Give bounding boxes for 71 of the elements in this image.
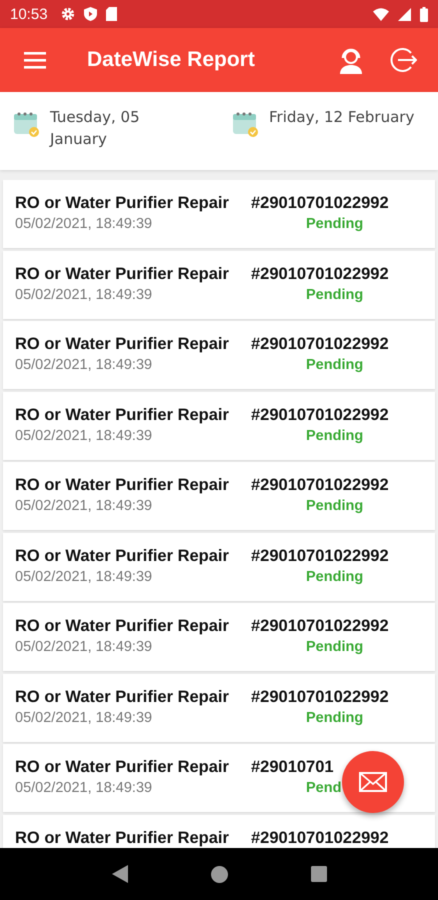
- menu-icon: [24, 52, 46, 68]
- sd-card-icon: [106, 7, 117, 21]
- home-button[interactable]: [210, 866, 228, 882]
- service-name: RO or Water Purifier Repair: [15, 616, 229, 637]
- order-number: #29010701022992: [251, 193, 389, 214]
- order-card[interactable]: RO or Water Purifier Repair 05/02/2021, 18:49:39 #29010701022992 Pending: [3, 180, 435, 248]
- order-number: #29010701022992: [251, 546, 389, 566]
- calendar-icon: [231, 110, 259, 138]
- order-status: Pending: [306, 215, 364, 234]
- back-button[interactable]: [112, 865, 128, 883]
- order-card[interactable]: RO or Water Purifier Repair 05/02/2021, 18:49:39 #29010701022992 Pending: [3, 321, 435, 389]
- order-date: 05/02/2021, 18:49:39: [15, 497, 154, 516]
- order-number: #29010701: [251, 757, 334, 778]
- order-date: 05/02/2021, 18:49:39: [15, 638, 154, 657]
- order-number: #29010701022992: [251, 404, 389, 426]
- settings-icon: [60, 7, 75, 21]
- logout-button[interactable]: [388, 45, 418, 75]
- recents-icon: [310, 866, 326, 882]
- service-name: RO or Water Purifier Repair: [15, 404, 229, 426]
- calendar-icon: [12, 110, 40, 138]
- order-card[interactable]: RO or Water Purifier Repair 05/02/2021, 18:49:39 #29010701022992 Pending: [3, 603, 435, 671]
- headset-person-icon: [338, 46, 364, 74]
- recents-button[interactable]: [310, 866, 326, 882]
- service-name: RO or Water Purifier Repair: [15, 193, 229, 214]
- order-card[interactable]: RO or Water Purifier Repair 05/02/2021, 18:49:39 #29010701022992 Pending: [3, 462, 435, 530]
- date-picker[interactable]: Tuesday, 05 January: [12, 106, 207, 170]
- order-date: 05/02/2021, 18:49:39: [15, 708, 154, 728]
- screen-title: DateWise Report: [87, 48, 256, 72]
- back-icon: [112, 865, 128, 883]
- order-status: Pend: [306, 779, 342, 798]
- order-status: Pending: [306, 708, 364, 728]
- order-date: 05/02/2021, 18:49:39: [15, 356, 154, 375]
- service-name: RO or Water Purifier Repair: [15, 757, 229, 778]
- order-number: #29010701022992: [251, 334, 389, 355]
- wifi-icon: [373, 8, 389, 20]
- order-status: Pending: [306, 638, 364, 657]
- shield-icon: [84, 7, 97, 21]
- service-name: RO or Water Purifier Repair: [15, 686, 229, 708]
- service-name: RO or Water Purifier Repair: [15, 264, 229, 284]
- order-card[interactable]: RO or Water Purifier Repair 05/02/2021, 18:49:39 #29010701022992 Pending: [3, 532, 435, 600]
- home-icon: [210, 866, 228, 882]
- service-name: RO or Water Purifier Repair: [15, 546, 229, 566]
- order-date: 05/02/2021, 18:49:39: [15, 286, 154, 304]
- order-status: Pending: [306, 497, 364, 516]
- order-card[interactable]: RO or Water Purifier Repair 05/02/2021, 18:49:39 #29010701022992 Pending: [3, 392, 435, 460]
- order-card[interactable]: RO or Water Purifier Repair 05/02/2021, 18:49:39 #29010701022992 Pending: [3, 250, 435, 318]
- order-status: Pending: [306, 356, 364, 375]
- order-date: 05/02/2021, 18:49:39: [15, 779, 154, 798]
- envelope-icon: [359, 772, 387, 792]
- order-number: #29010701022992: [251, 264, 389, 284]
- order-card[interactable]: RO or Water Purifier Repair #29010701022992: [3, 814, 435, 848]
- order-status: Pending: [306, 286, 364, 304]
- order-date: 05/02/2021, 18:49:39: [15, 426, 154, 446]
- status-time: 10:53: [10, 6, 48, 22]
- order-date: 05/02/2021, 18:49:39: [15, 215, 154, 234]
- order-status: Pending: [306, 568, 364, 586]
- order-date: 05/02/2021, 18:49:39: [15, 568, 154, 586]
- signal-icon: [398, 8, 411, 20]
- order-number: #29010701022992: [251, 828, 389, 848]
- service-name: RO or Water Purifier Repair: [15, 334, 229, 355]
- order-number: #29010701022992: [251, 475, 389, 496]
- order-status: Pending: [306, 426, 364, 446]
- order-card[interactable]: RO or Water Purifier Repair 05/02/2021, 18:49:39 #29010701 Pend: [3, 744, 435, 812]
- order-card[interactable]: RO or Water Purifier Repair 05/02/2021, 18:49:39 #29010701022992 Pending: [3, 674, 435, 742]
- service-name: RO or Water Purifier Repair: [15, 828, 229, 848]
- logout-icon: [389, 46, 417, 74]
- service-name: RO or Water Purifier Repair: [15, 475, 229, 496]
- order-number: #29010701022992: [251, 686, 389, 708]
- battery-icon: [420, 6, 428, 22]
- date-picker[interactable]: Friday, 12 February: [207, 106, 426, 170]
- order-number: #29010701022992: [251, 616, 389, 637]
